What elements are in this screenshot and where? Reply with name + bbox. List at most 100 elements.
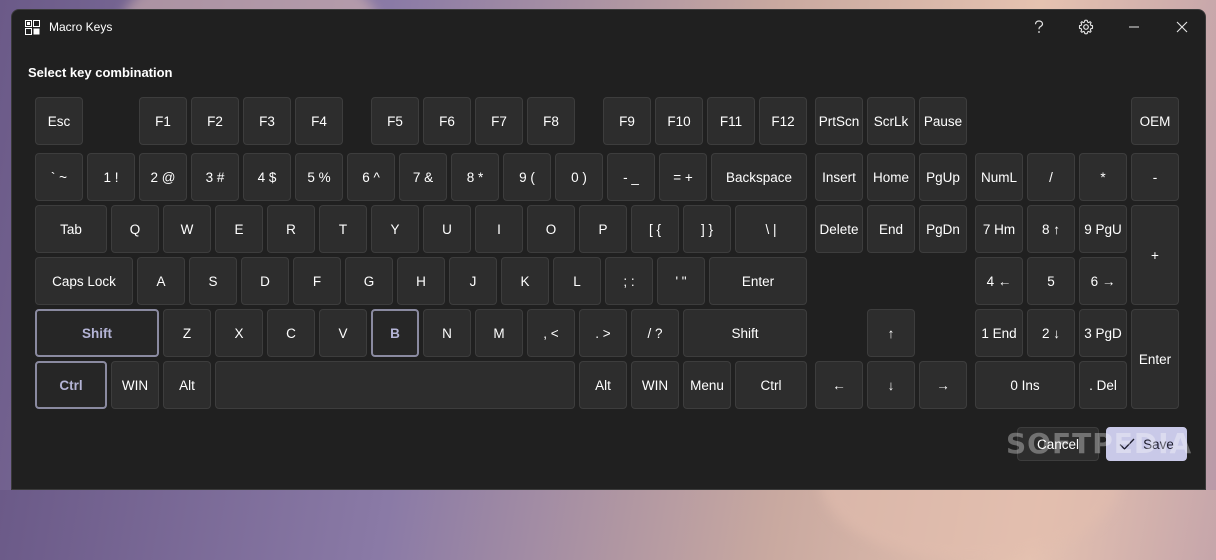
key-tab[interactable]: Tab (35, 205, 107, 253)
key-num5[interactable]: 5 (1027, 257, 1075, 305)
key-right-shift[interactable]: Shift (683, 309, 807, 357)
key-num2[interactable]: 2 ↓ (1027, 309, 1075, 357)
key-minus[interactable]: - _ (607, 153, 655, 201)
key-right-win[interactable]: WIN (631, 361, 679, 409)
key-c[interactable]: C (267, 309, 315, 357)
key-slash[interactable]: / ? (631, 309, 679, 357)
key-quote[interactable]: ' " (657, 257, 705, 305)
key-f1[interactable]: F1 (139, 97, 187, 145)
key-r[interactable]: R (267, 205, 315, 253)
key-x[interactable]: X (215, 309, 263, 357)
key-left-win[interactable]: WIN (111, 361, 159, 409)
key-f7[interactable]: F7 (475, 97, 523, 145)
key-5[interactable]: 5 % (295, 153, 343, 201)
key-right-bracket[interactable]: ] } (683, 205, 731, 253)
key-enter[interactable]: Enter (709, 257, 807, 305)
key-d[interactable]: D (241, 257, 289, 305)
key-backtick[interactable]: ` ~ (35, 153, 83, 201)
key-numlock[interactable]: NumL (975, 153, 1023, 201)
key-8[interactable]: 8 * (451, 153, 499, 201)
key-q[interactable]: Q (111, 205, 159, 253)
key-num-enter[interactable]: Enter (1131, 309, 1179, 409)
key-w[interactable]: W (163, 205, 211, 253)
key-num-subtract[interactable]: - (1131, 153, 1179, 201)
key-capslock[interactable]: Caps Lock (35, 257, 133, 305)
key-num-decimal[interactable]: . Del (1079, 361, 1127, 409)
key-h[interactable]: H (397, 257, 445, 305)
key-o[interactable]: O (527, 205, 575, 253)
key-num3[interactable]: 3 PgD (1079, 309, 1127, 357)
key-menu[interactable]: Menu (683, 361, 731, 409)
key-t[interactable]: T (319, 205, 367, 253)
key-num7[interactable]: 7 Hm (975, 205, 1023, 253)
key-num6[interactable]: 6 → (1079, 257, 1127, 305)
key-arrow-right[interactable]: → (919, 361, 967, 409)
key-f10[interactable]: F10 (655, 97, 703, 145)
cancel-button[interactable]: Cancel (1017, 427, 1099, 461)
key-1[interactable]: 1 ! (87, 153, 135, 201)
key-f2[interactable]: F2 (191, 97, 239, 145)
key-left-alt[interactable]: Alt (163, 361, 211, 409)
key-7[interactable]: 7 & (399, 153, 447, 201)
key-e[interactable]: E (215, 205, 263, 253)
key-f4[interactable]: F4 (295, 97, 343, 145)
key-pause[interactable]: Pause (919, 97, 967, 145)
key-4[interactable]: 4 $ (243, 153, 291, 201)
key-arrow-up[interactable]: ↑ (867, 309, 915, 357)
key-k[interactable]: K (501, 257, 549, 305)
key-period[interactable]: . > (579, 309, 627, 357)
key-comma[interactable]: , < (527, 309, 575, 357)
key-num4[interactable]: 4 ← (975, 257, 1023, 305)
key-insert[interactable]: Insert (815, 153, 863, 201)
key-6[interactable]: 6 ^ (347, 153, 395, 201)
key-g[interactable]: G (345, 257, 393, 305)
key-num-divide[interactable]: / (1027, 153, 1075, 201)
key-f8[interactable]: F8 (527, 97, 575, 145)
key-0[interactable]: 0 ) (555, 153, 603, 201)
key-home[interactable]: Home (867, 153, 915, 201)
key-9[interactable]: 9 ( (503, 153, 551, 201)
key-y[interactable]: Y (371, 205, 419, 253)
key-num9[interactable]: 9 PgU (1079, 205, 1127, 253)
key-n[interactable]: N (423, 309, 471, 357)
key-semicolon[interactable]: ; : (605, 257, 653, 305)
key-arrow-down[interactable]: ↓ (867, 361, 915, 409)
key-2[interactable]: 2 @ (139, 153, 187, 201)
key-u[interactable]: U (423, 205, 471, 253)
key-esc[interactable]: Esc (35, 97, 83, 145)
key-z[interactable]: Z (163, 309, 211, 357)
key-v[interactable]: V (319, 309, 367, 357)
key-f3[interactable]: F3 (243, 97, 291, 145)
key-j[interactable]: J (449, 257, 497, 305)
key-num-add[interactable]: + (1131, 205, 1179, 305)
key-num1[interactable]: 1 End (975, 309, 1023, 357)
key-p[interactable]: P (579, 205, 627, 253)
key-3[interactable]: 3 # (191, 153, 239, 201)
key-num0[interactable]: 0 Ins (975, 361, 1075, 409)
save-button[interactable]: Save (1106, 427, 1187, 461)
key-a[interactable]: A (137, 257, 185, 305)
key-l[interactable]: L (553, 257, 601, 305)
key-b[interactable]: B (371, 309, 419, 357)
key-num-multiply[interactable]: * (1079, 153, 1127, 201)
key-left-bracket[interactable]: [ { (631, 205, 679, 253)
key-pgup[interactable]: PgUp (919, 153, 967, 201)
key-right-alt[interactable]: Alt (579, 361, 627, 409)
key-f[interactable]: F (293, 257, 341, 305)
key-oem[interactable]: OEM (1131, 97, 1179, 145)
key-end[interactable]: End (867, 205, 915, 253)
key-prtscn[interactable]: PrtScn (815, 97, 863, 145)
key-right-ctrl[interactable]: Ctrl (735, 361, 807, 409)
key-left-shift[interactable]: Shift (35, 309, 159, 357)
key-scrlk[interactable]: ScrLk (867, 97, 915, 145)
key-f6[interactable]: F6 (423, 97, 471, 145)
key-f11[interactable]: F11 (707, 97, 755, 145)
key-m[interactable]: M (475, 309, 523, 357)
key-space[interactable] (215, 361, 575, 409)
key-f5[interactable]: F5 (371, 97, 419, 145)
key-pgdn[interactable]: PgDn (919, 205, 967, 253)
key-f9[interactable]: F9 (603, 97, 651, 145)
key-backslash[interactable]: \ | (735, 205, 807, 253)
key-s[interactable]: S (189, 257, 237, 305)
key-left-ctrl[interactable]: Ctrl (35, 361, 107, 409)
